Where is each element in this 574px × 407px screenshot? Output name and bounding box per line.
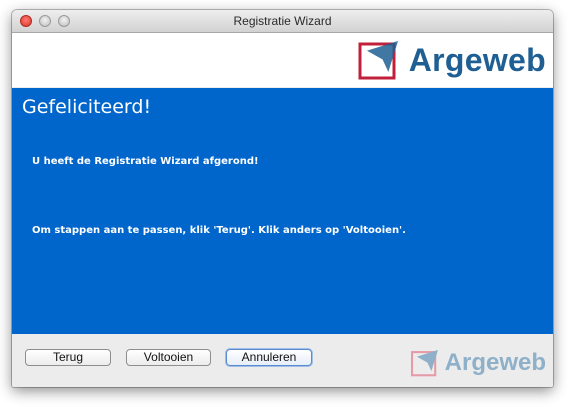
wizard-footer: Terug Voltooien Annuleren Argeweb <box>12 334 553 387</box>
content-panel: Gefeliciteerd! U heeft de Registratie Wi… <box>12 88 553 334</box>
cancel-button[interactable]: Annuleren <box>226 349 312 366</box>
wizard-header: Argeweb <box>12 33 553 87</box>
page-title: Gefeliciteerd! <box>22 96 152 118</box>
title-bar[interactable]: Registratie Wizard <box>12 10 553 33</box>
argeweb-logo-icon <box>410 350 438 377</box>
instruction-message: Om stappen aan te passen, klik 'Terug'. … <box>32 225 406 236</box>
finish-button[interactable]: Voltooien <box>126 349 211 366</box>
wizard-window: Registratie Wizard Argeweb Gefeliciteerd… <box>12 10 553 387</box>
header-logo-text: Argeweb <box>408 41 546 78</box>
footer-logo: Argeweb <box>410 346 546 380</box>
argeweb-logo-icon <box>358 41 398 80</box>
back-button[interactable]: Terug <box>25 349 111 366</box>
completion-message: U heeft de Registratie Wizard afgerond! <box>32 156 259 167</box>
header-logo: Argeweb <box>357 37 546 83</box>
window-title: Registratie Wizard <box>233 14 332 28</box>
footer-logo-text: Argeweb <box>444 349 546 376</box>
